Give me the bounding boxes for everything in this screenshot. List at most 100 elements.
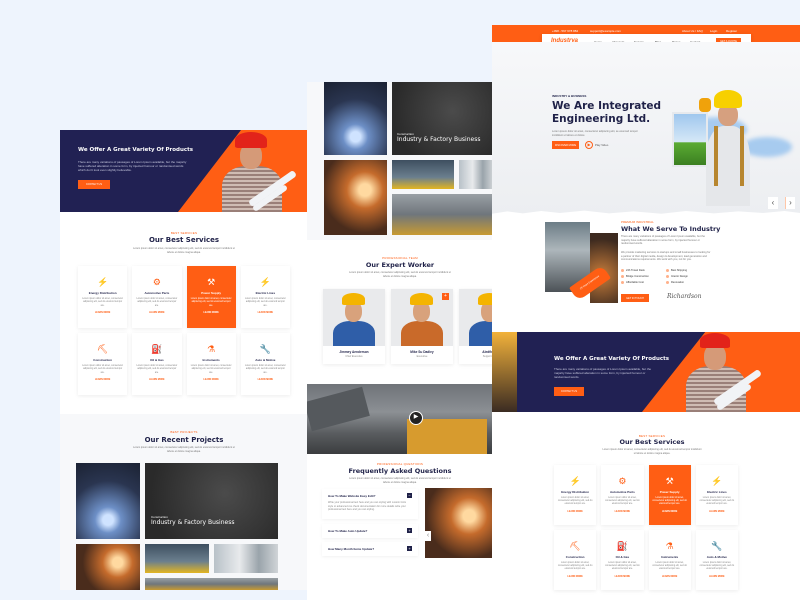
services-grid: ⚡ Energy Distribution Lorem ipsum dolor si… — [554, 465, 738, 590]
learn-more-link[interactable]: Learn More — [615, 511, 630, 513]
project-title: Industry & Factory Business — [397, 136, 481, 143]
serve-list-label: Renovation — [671, 281, 685, 284]
learn-more-link[interactable]: Learn More — [567, 576, 582, 578]
register-link[interactable]: Register — [726, 29, 737, 33]
discover-more-button[interactable]: Discover More — [552, 141, 579, 149]
service-card[interactable]: ⛏ Construction Lorem ipsum dolor sit amet,… — [554, 530, 597, 590]
project-image-welding[interactable] — [324, 82, 387, 155]
faq-item-expanded[interactable]: How To Make Website Easy Edit? − Write y… — [322, 489, 418, 519]
team-member-card[interactable]: + Mike Su Dadley Executive — [391, 289, 453, 364]
faq-item[interactable]: How Many Month Items Update? + — [322, 542, 418, 556]
learn-more-link[interactable]: Learn More — [709, 511, 724, 513]
service-card[interactable]: ⛽ Oil & Gas Lorem ipsum dolor sit amet, co… — [601, 530, 644, 590]
faq-collapse-icon[interactable]: − — [407, 493, 412, 498]
slider-next-button[interactable]: › — [785, 197, 795, 209]
service-card[interactable]: ⚙ Automotive Parts Lorem ipsum dolor sit a… — [601, 465, 644, 525]
learn-more-link[interactable]: Learn More — [149, 379, 164, 381]
service-card[interactable]: ⚒ Power Supply Lorem ipsum dolor sit amet,… — [186, 266, 236, 328]
service-name: Power Supply — [201, 291, 222, 296]
team-member-name: Jimmey Aenderson — [339, 350, 369, 354]
learn-more-link[interactable]: Learn More — [149, 312, 164, 314]
team-member-role: Chief Executive — [345, 355, 363, 358]
phone-text[interactable]: +098 - 567 678 882 — [552, 29, 578, 33]
services-title: Our Best Services — [148, 236, 220, 244]
service-card[interactable]: ⛏ Construction Lorem ipsum dolor sit amet,… — [78, 333, 128, 395]
projects-title: Our Recent Projects — [144, 436, 224, 444]
instruments-icon: ⚗ — [665, 540, 674, 551]
project-image-tools[interactable]: Construction Industry & Factory Business — [392, 82, 493, 155]
service-card[interactable]: ⚗ Instruments Lorem ipsum dolor sit amet, … — [648, 530, 691, 590]
products-banner: We Offer A Great Variety Of Products The… — [492, 332, 800, 412]
service-name: Construction — [565, 554, 585, 559]
service-card[interactable]: 🔧 Auto & Motive Lorem ipsum dolor sit amet… — [695, 530, 738, 590]
faq-image-grinding — [425, 488, 493, 558]
learn-more-link[interactable]: Learn More — [567, 511, 582, 513]
service-card[interactable]: 🔧 Auto & Motive Lorem ipsum dolor sit amet… — [240, 333, 290, 395]
team-member-card[interactable]: Aledfind...Support Ex... — [459, 289, 493, 364]
products-banner: We Offer A Great Variety Of Products The… — [60, 130, 308, 212]
service-card[interactable]: ⚡ Electric Lines Lorem ipsum dolor sit ame… — [695, 465, 738, 525]
service-description: Lorem ipsum dolor sit amet, consectetur … — [652, 561, 687, 571]
learn-more-link[interactable]: Learn More — [662, 511, 677, 513]
service-card[interactable]: ⚡ Energy Distribution Lorem ipsum dolor si… — [78, 266, 128, 328]
window-image — [672, 112, 708, 167]
service-description: Lorem ipsum dolor sit amet, consectetur … — [699, 561, 735, 571]
learn-more-link[interactable]: Learn More — [203, 312, 218, 314]
slider-prev-button[interactable]: ‹ — [768, 197, 778, 209]
project-image-tools[interactable]: Construction Industry & Factory Business — [145, 463, 278, 539]
crane-claw-icon: ⛏ — [569, 540, 581, 551]
service-card[interactable]: ⛽ Oil & Gas Lorem ipsum dolor sit amet, co… — [132, 333, 182, 395]
project-image-steel-rolls[interactable] — [459, 160, 493, 189]
service-name: Instruments — [202, 358, 220, 363]
service-card[interactable]: ⚡ Electric Lines Lorem ipsum dolor sit ame… — [240, 266, 290, 328]
service-card[interactable]: ⚡ Energy Distribution Lorem ipsum dolor si… — [554, 465, 597, 525]
project-image-grinding[interactable] — [76, 544, 140, 590]
project-image-steel-rolls[interactable] — [214, 544, 278, 573]
projects-eyebrow: Best Projects — [170, 430, 198, 434]
faq-slider-prev[interactable]: ‹ — [425, 531, 431, 541]
learn-more-link[interactable]: Learn More — [258, 312, 273, 314]
serve-list-label: Affordable Cost — [626, 281, 644, 284]
learn-more-link[interactable]: Learn More — [662, 576, 677, 578]
faq-expand-icon[interactable]: + — [407, 528, 412, 533]
learn-more-link[interactable]: Learn More — [258, 379, 273, 381]
contact-us-button[interactable]: Contact Us — [554, 387, 584, 396]
faq-item[interactable]: How To Make Auto Update? + — [322, 524, 418, 538]
learn-more-link[interactable]: Learn More — [95, 379, 110, 381]
project-image-welding[interactable] — [76, 463, 140, 539]
service-card[interactable]: ⚙ Automotive Parts Lorem ipsum dolor sit a… — [132, 266, 182, 328]
project-image-grinding[interactable] — [324, 160, 387, 235]
faq-link[interactable]: About Us / FAQ — [682, 29, 703, 33]
service-card[interactable]: ⚗ Instruments Lorem ipsum dolor sit amet, … — [186, 333, 236, 395]
email-text[interactable]: support@example.com — [590, 29, 621, 33]
service-name: Energy Distribution — [88, 291, 117, 296]
contact-us-button[interactable]: Contact Us — [78, 180, 110, 189]
serve-title: What We Serve To Industry — [621, 225, 721, 233]
plus-icon[interactable]: + — [442, 293, 449, 300]
wrench-icon: 🔧 — [259, 344, 271, 355]
service-card[interactable]: ⚒ Power Supply Lorem ipsum dolor sit amet,… — [648, 465, 691, 525]
project-image-mining[interactable] — [392, 194, 493, 235]
team-member-card[interactable]: Jimmey Aenderson Chief Executive — [323, 289, 385, 364]
team-member-role: Executive — [416, 355, 428, 358]
learn-more-link[interactable]: Learn More — [709, 576, 724, 578]
banner-description: There are many variations of passages of… — [554, 367, 652, 379]
faq-answer: Write your professional text here and yo… — [328, 501, 407, 512]
play-video-link[interactable]: ▶ Play Video — [585, 141, 608, 149]
login-link[interactable]: Login — [710, 29, 717, 33]
faq-expand-icon[interactable]: + — [407, 546, 412, 551]
automotive-icon: ⚙ — [152, 277, 161, 288]
service-name: Oil & Gas — [615, 554, 630, 559]
learn-more-link[interactable]: Learn More — [203, 379, 218, 381]
learn-more-link[interactable]: Learn More — [95, 312, 110, 314]
serve-list-item: Interior Design — [666, 275, 711, 278]
hammer-icon: ⚒ — [207, 277, 216, 288]
play-video-button[interactable]: ▶ — [409, 411, 423, 425]
service-name: Oil & Gas — [150, 358, 164, 363]
learn-more-link[interactable]: Learn More — [615, 576, 630, 578]
project-image-mining[interactable] — [145, 578, 278, 590]
instruments-icon: ⚗ — [207, 344, 216, 355]
project-image-worker[interactable] — [145, 544, 209, 573]
project-image-worker[interactable] — [392, 160, 454, 189]
get-in-touch-button[interactable]: Get In Touch — [621, 294, 649, 302]
